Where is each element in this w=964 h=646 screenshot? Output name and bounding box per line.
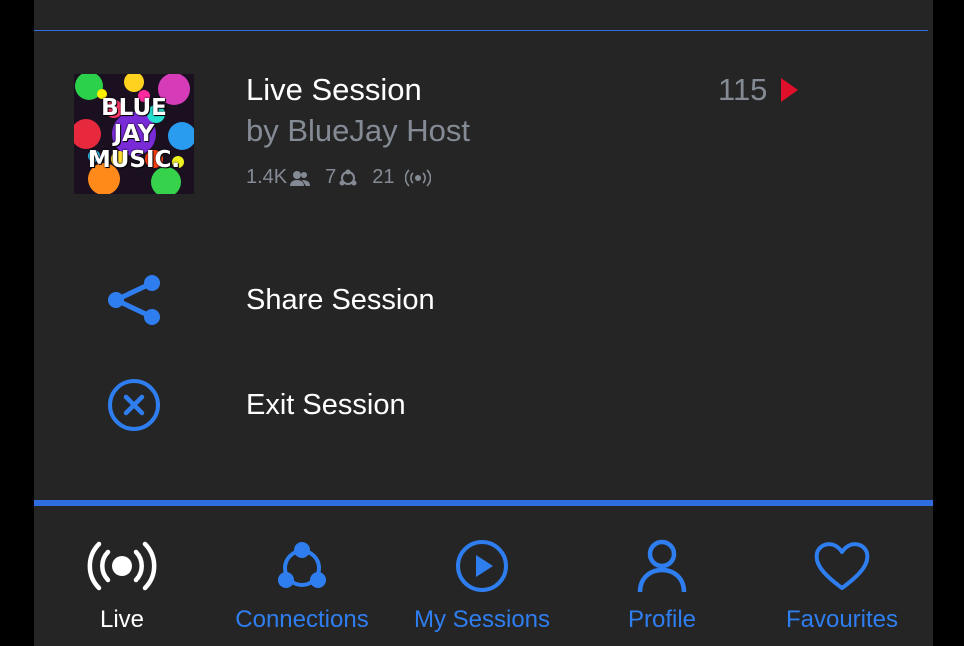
exit-session-button[interactable]: Exit Session [106, 377, 406, 433]
session-host: by BlueJay Host [246, 113, 470, 148]
tab-bar: Live Connections My Sessions Profile Fav… [34, 506, 933, 646]
tab-favourites[interactable]: Favourites [752, 536, 932, 634]
play-count[interactable]: 115 [718, 72, 799, 108]
tab-label: Live [99, 606, 145, 633]
tab-label: My Sessions [413, 606, 551, 633]
play-triangle-icon[interactable] [779, 77, 799, 103]
connections-small-icon [338, 169, 358, 187]
tab-my-sessions[interactable]: My Sessions [392, 536, 572, 634]
close-circle-icon [106, 377, 162, 433]
listeners-icon [289, 169, 311, 187]
divider [34, 30, 928, 31]
tab-profile[interactable]: Profile [572, 536, 752, 634]
share-session-label: Share Session [246, 283, 435, 316]
share-icon [106, 272, 162, 328]
artwork-line: MUSIC. [87, 147, 181, 173]
broadcast-icon [32, 536, 212, 596]
listeners-count: 1.4K [246, 166, 288, 188]
play-circle-icon [392, 536, 572, 596]
heart-icon [752, 536, 932, 596]
app-screen: BLUE JAY MUSIC. Live Session by BlueJay … [34, 0, 933, 646]
person-icon [572, 536, 752, 596]
play-count-value: 115 [718, 72, 768, 107]
tab-label: Connections [235, 606, 369, 633]
artwork-text: BLUE JAY MUSIC. [74, 74, 194, 194]
session-stats: 1.4K 7 21 [246, 166, 445, 189]
session-title: Live Session [246, 72, 422, 107]
broadcasts-count: 21 [372, 166, 395, 188]
artwork-line: JAY [113, 121, 155, 147]
session-artwork: BLUE JAY MUSIC. [74, 74, 194, 194]
tab-label: Favourites [785, 606, 899, 633]
broadcast-small-icon [404, 168, 431, 187]
tab-label: Profile [627, 606, 697, 633]
artwork-line: BLUE [101, 95, 167, 121]
share-session-button[interactable]: Share Session [106, 272, 435, 328]
exit-session-label: Exit Session [246, 388, 406, 421]
tab-live[interactable]: Live [32, 536, 212, 634]
connections-count: 7 [325, 166, 337, 188]
tab-connections[interactable]: Connections [212, 536, 392, 634]
connections-icon [212, 536, 392, 596]
